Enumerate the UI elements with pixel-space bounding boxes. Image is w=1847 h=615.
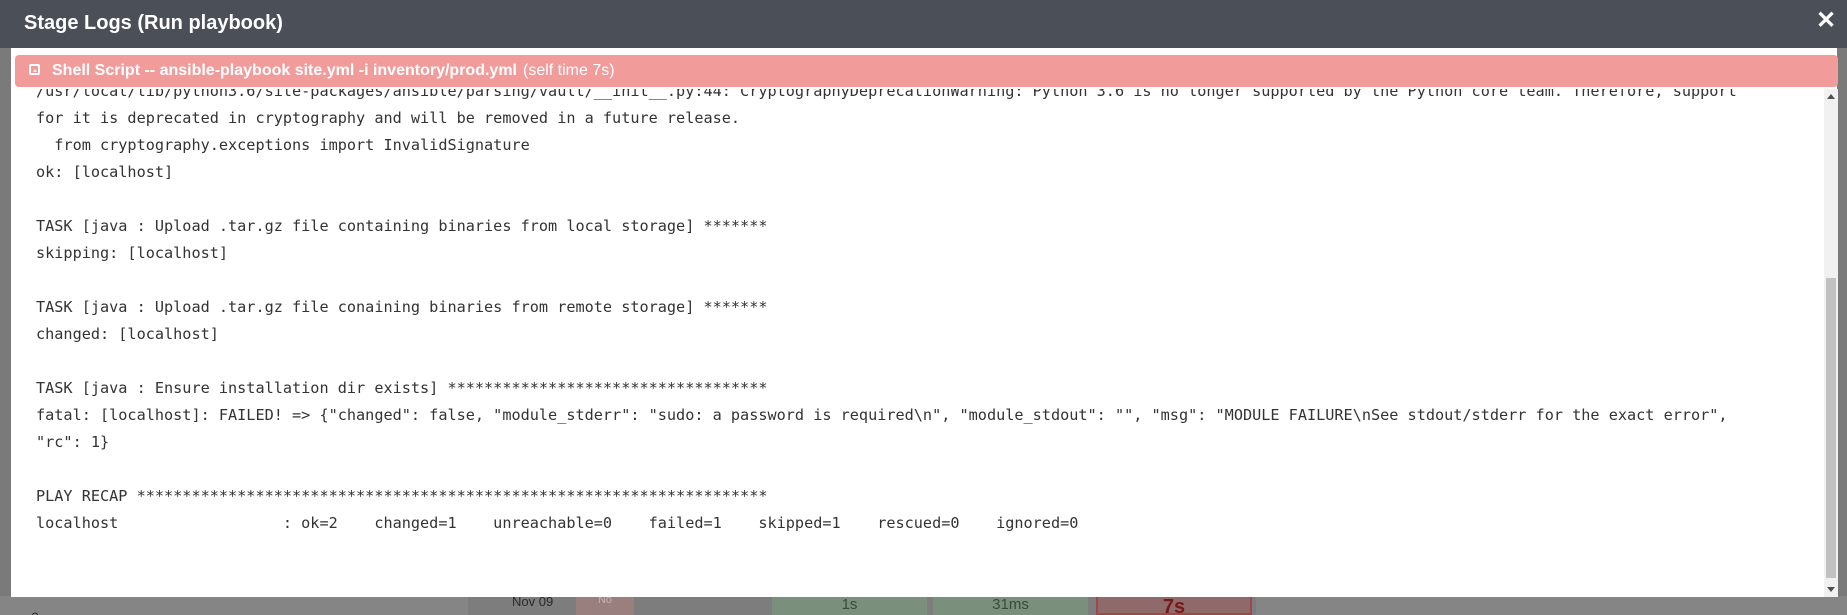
scroll-thumb[interactable]	[1826, 278, 1836, 578]
modal-body: Shell Script -- ansible-playbook site.ym…	[11, 48, 1838, 597]
search-icon: ⌕	[30, 605, 41, 615]
log-line: "rc": 1}	[36, 433, 110, 451]
step-title: Shell Script -- ansible-playbook site.ym…	[52, 55, 615, 87]
log-line: for it is deprecated in cryptography and…	[36, 109, 741, 127]
log-scrollbar[interactable]	[1824, 89, 1838, 597]
step-self-time: (self time 7s)	[522, 62, 615, 79]
collapse-icon[interactable]	[29, 64, 40, 75]
log-line: changed: [localhost]	[36, 325, 219, 343]
log-line: TASK [java : Upload .tar.gz file conaini…	[36, 298, 768, 316]
scroll-down-arrow-icon[interactable]	[1824, 583, 1838, 597]
log-line: TASK [java : Ensure installation dir exi…	[36, 379, 768, 397]
log-line: ok: [localhost]	[36, 163, 174, 181]
log-line: /usr/local/lib/python3.6/site-packages/a…	[36, 89, 1737, 100]
log-line: fatal: [localhost]: FAILED! => {"changed…	[36, 406, 1728, 424]
stage-logs-modal: Stage Logs (Run playbook) ✕ Shell Script…	[0, 0, 1847, 600]
step-command: Shell Script -- ansible-playbook site.ym…	[52, 62, 517, 79]
scroll-up-arrow-icon[interactable]	[1824, 89, 1838, 103]
modal-title: Stage Logs (Run playbook)	[24, 12, 283, 34]
log-line: TASK [java : Upload .tar.gz file contain…	[36, 217, 768, 235]
log-line: from cryptography.exceptions import Inva…	[36, 136, 530, 154]
step-header[interactable]: Shell Script -- ansible-playbook site.ym…	[15, 55, 1838, 87]
modal-header: Stage Logs (Run playbook) ✕	[0, 0, 1847, 48]
log-text: /usr/local/lib/python3.6/site-packages/a…	[36, 89, 1816, 591]
log-line: localhost : ok=2 changed=1 unreachable=0…	[36, 514, 1079, 532]
log-line: PLAY RECAP *****************************…	[36, 487, 768, 505]
log-output[interactable]: /usr/local/lib/python3.6/site-packages/a…	[11, 89, 1824, 597]
log-line: skipping: [localhost]	[36, 244, 229, 262]
close-icon[interactable]: ✕	[1815, 8, 1837, 34]
